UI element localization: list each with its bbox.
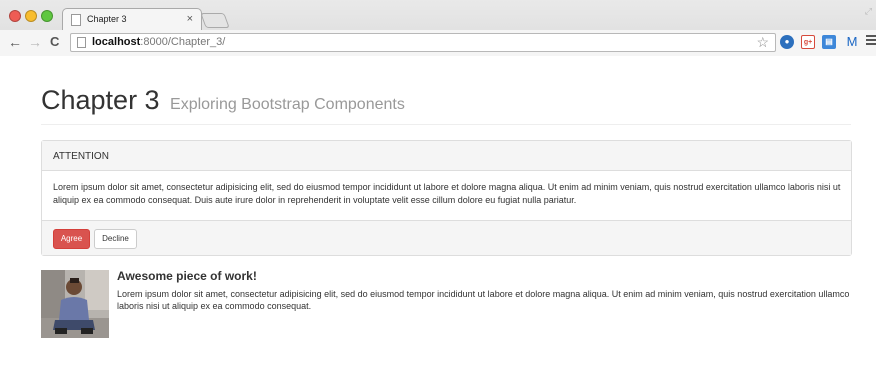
gmail-icon[interactable]: M [845, 35, 859, 49]
page-icon [71, 14, 81, 26]
page-icon [77, 37, 86, 48]
tab-title: Chapter 3 [87, 14, 127, 24]
panel-heading: ATTENTION [42, 141, 851, 171]
window-minimize-button[interactable] [25, 10, 37, 22]
back-arrow-icon[interactable]: ← [8, 34, 22, 50]
window-close-button[interactable] [9, 10, 21, 22]
media-text: Lorem ipsum dolor sit amet, consectetur … [117, 289, 850, 311]
star-icon[interactable]: ☆ [756, 34, 769, 51]
person-photo-image [41, 270, 109, 338]
agree-button[interactable]: Agree [53, 229, 90, 249]
media-heading: Awesome piece of work! [117, 269, 257, 283]
fullscreen-icon[interactable]: ⤢ [865, 6, 872, 17]
menu-icon[interactable] [866, 35, 876, 47]
window-maximize-button[interactable] [41, 10, 53, 22]
page-header: Chapter 3 Exploring Bootstrap Components [41, 85, 851, 125]
browser-toolbar: ← → C localhost:8000/Chapter_3/ ☆ ● g+ ▤… [0, 30, 876, 56]
person-icon[interactable]: ● [780, 35, 794, 49]
attention-panel: ATTENTION Lorem ipsum dolor sit amet, co… [41, 140, 852, 256]
reload-icon[interactable]: C [50, 34, 59, 50]
author-photo [41, 270, 109, 338]
media-body: Awesome piece of work! Lorem ipsum dolor… [117, 269, 852, 312]
tab-close-icon[interactable]: × [187, 12, 193, 26]
tab-chapter-3[interactable]: Chapter 3 × [62, 8, 202, 31]
media-object: Awesome piece of work! Lorem ipsum dolor… [41, 269, 852, 339]
url-text[interactable]: localhost:8000/Chapter_3/ [92, 36, 225, 48]
url-host: localhost [92, 36, 141, 48]
decline-button[interactable]: Decline [94, 229, 137, 249]
page-subtitle: Exploring Bootstrap Components [170, 96, 405, 113]
gplus-icon[interactable]: g+ [801, 35, 815, 49]
page-content: Chapter 3 Exploring Bootstrap Components… [0, 57, 876, 380]
new-tab-button[interactable] [200, 13, 230, 28]
page-title: Chapter 3 [41, 85, 160, 115]
tab-strip: Chapter 3 × ⤢ [0, 0, 876, 31]
panel-body-text: Lorem ipsum dolor sit amet, consectetur … [53, 182, 841, 205]
news-icon[interactable]: ▤ [822, 35, 836, 49]
forward-arrow-icon[interactable]: → [28, 34, 42, 50]
address-bar[interactable]: localhost:8000/Chapter_3/ ☆ [70, 33, 776, 52]
url-path: :8000/Chapter_3/ [140, 36, 226, 48]
browser-chrome: Chapter 3 × ⤢ ← → C localhost:8000/Chapt… [0, 0, 876, 56]
panel-footer: Agree Decline [42, 220, 851, 255]
